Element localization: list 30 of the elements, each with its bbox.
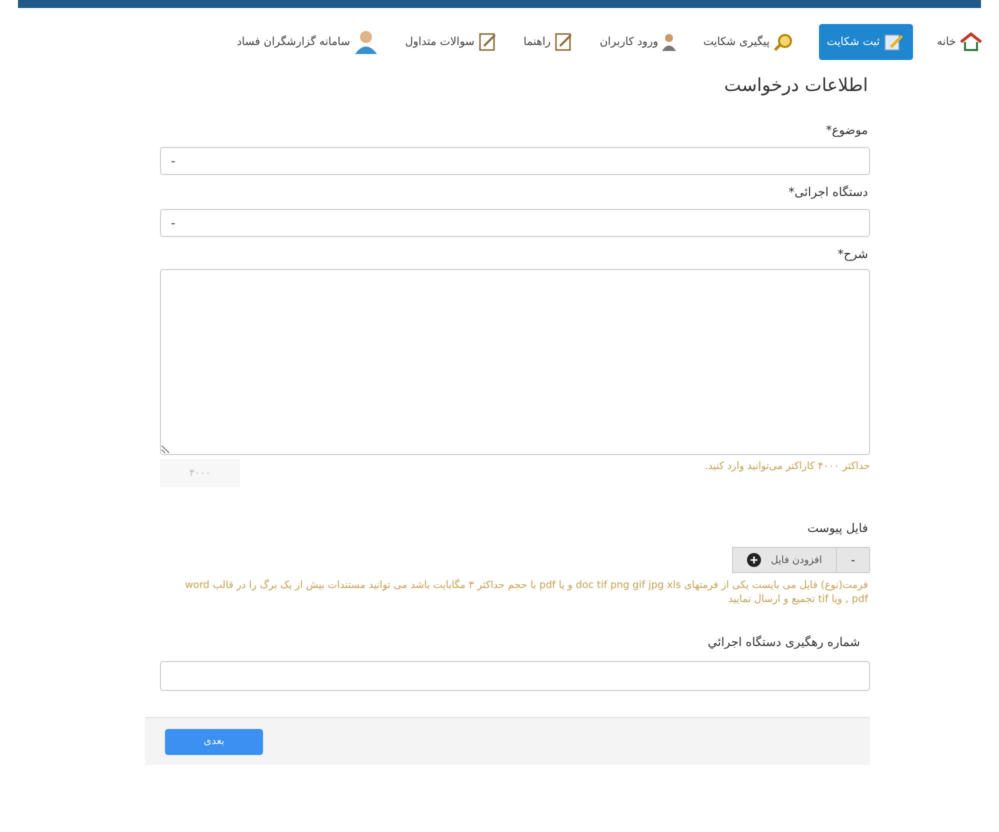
field-label: فایل پیوست bbox=[806, 520, 869, 537]
magnifier-icon bbox=[772, 32, 795, 52]
notepad-icon bbox=[478, 32, 498, 52]
character-counter: ۴۰۰۰ bbox=[160, 459, 240, 487]
tracking-number-field[interactable] bbox=[160, 661, 870, 691]
agency-dropdown[interactable]: - bbox=[160, 209, 870, 237]
notepad-icon bbox=[554, 32, 574, 52]
plus-icon bbox=[746, 553, 761, 567]
description-textarea[interactable] bbox=[160, 269, 870, 455]
field-label: شرح* bbox=[836, 246, 869, 263]
character-limit-hint: حداکثر ۴۰۰۰ کاراکتر می‌توانید وارد کنید. bbox=[704, 460, 870, 474]
nav-tab[interactable]: خانه bbox=[934, 24, 985, 60]
nav-tab[interactable]: پیگیری شکایت bbox=[701, 24, 797, 60]
nav-tab[interactable]: ورود کاربران bbox=[598, 24, 680, 60]
pencil-paper-icon bbox=[882, 32, 905, 52]
nav-tab[interactable]: سامانه گزارشگران فساد bbox=[234, 24, 382, 60]
house-icon bbox=[959, 32, 983, 52]
nav-tab[interactable]: راهنما bbox=[522, 24, 576, 60]
nav-tab[interactable]: ثبت شکایت bbox=[818, 24, 913, 60]
subject-dropdown[interactable]: - bbox=[160, 147, 870, 175]
field-label: دستگاه اجرائی* bbox=[788, 184, 869, 201]
add-file-button[interactable]: افزودن فایل bbox=[732, 547, 836, 573]
file-format-note: فرمت(نوع) فایل می بایست یکی از فرمتهای doc tif png gif jpg xls و یا pdf با حجم حداکثر ۳ مگابایت باشد می توانید مستندات بیش از یک برگ را در قالب word , pdf ویا tif تجمیع و ارسال نمایید bbox=[184, 579, 870, 607]
person-icon bbox=[353, 29, 380, 55]
field-label: شماره رهگیری دستگاه اجرائي bbox=[706, 634, 861, 651]
user-icon bbox=[661, 32, 678, 52]
form-title: اطلاعات درخواست bbox=[723, 74, 869, 98]
field-label: موضوع* bbox=[824, 122, 869, 139]
nav-tab[interactable]: سوالات متداول bbox=[403, 24, 500, 60]
remove-button[interactable]: - bbox=[836, 547, 870, 573]
